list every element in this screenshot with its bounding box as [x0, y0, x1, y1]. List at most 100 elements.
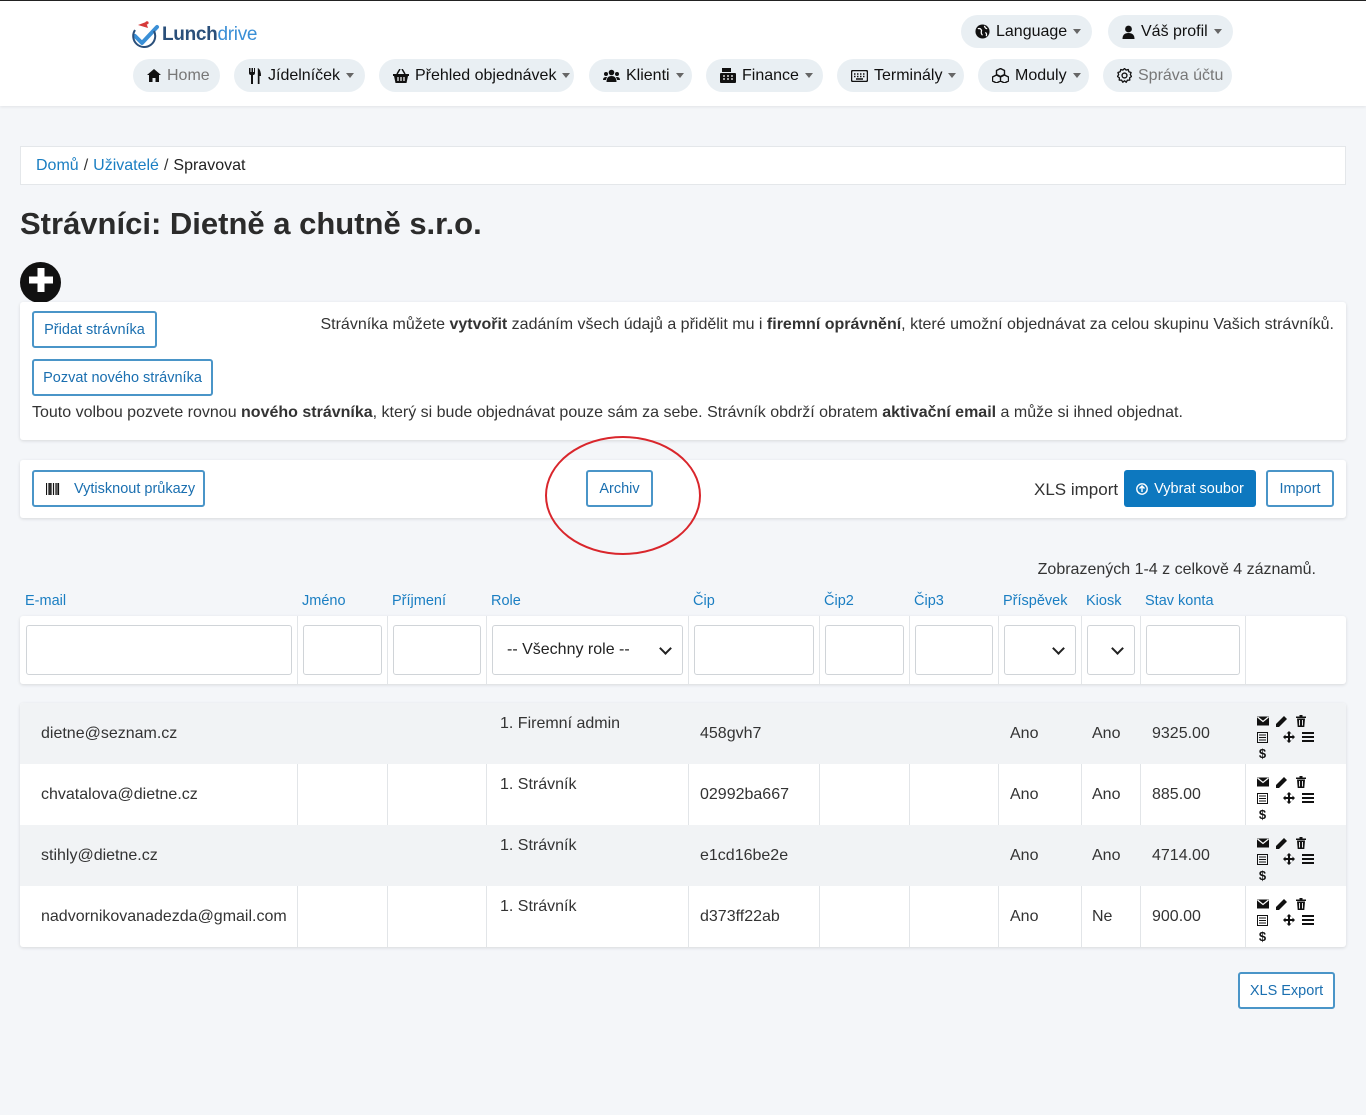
- breadcrumb-current: Spravovat: [173, 156, 246, 174]
- list-icon[interactable]: [1256, 730, 1269, 744]
- menu-icon[interactable]: [1301, 730, 1314, 744]
- nav-clients-label: Klienti: [626, 66, 670, 84]
- envelope-icon[interactable]: [1256, 775, 1269, 789]
- row-actions: $: [1256, 714, 1316, 761]
- move-icon[interactable]: [1282, 730, 1295, 744]
- menu-icon[interactable]: [1301, 852, 1314, 866]
- envelope-icon[interactable]: [1256, 714, 1269, 728]
- pencil-icon[interactable]: [1275, 897, 1288, 911]
- pencil-icon[interactable]: [1275, 836, 1288, 850]
- list-icon[interactable]: [1256, 791, 1269, 805]
- choose-file-label: Vybrat soubor: [1154, 480, 1244, 497]
- nav-terminals[interactable]: Terminály: [837, 59, 964, 92]
- page-title: Strávníci: Dietně a chutně s.r.o.: [20, 206, 482, 241]
- import-button[interactable]: Import: [1266, 470, 1334, 507]
- trash-icon[interactable]: [1294, 775, 1307, 789]
- xls-export-button[interactable]: XLS Export: [1238, 972, 1335, 1009]
- breadcrumb-separator: /: [83, 156, 89, 174]
- column-header-kiosk[interactable]: Kiosk: [1086, 593, 1121, 609]
- list-icon[interactable]: [1256, 913, 1269, 927]
- nav-finance[interactable]: Finance: [706, 59, 823, 92]
- move-icon[interactable]: [1282, 852, 1295, 866]
- print-cards-button[interactable]: Vytisknout průkazy: [32, 470, 205, 507]
- cell-email: nadvornikovanadezda@gmail.com: [41, 908, 287, 925]
- dollar-icon[interactable]: $: [1256, 807, 1269, 822]
- move-icon[interactable]: [1282, 913, 1295, 927]
- table-row: dietne@seznam.cz 1. Firemní admin 458gvh7 A…: [20, 703, 1346, 764]
- chip-filter-input[interactable]: [694, 625, 814, 675]
- xls-import-label: XLS import: [1034, 480, 1119, 499]
- row-actions: $: [1256, 897, 1316, 944]
- cell-contribution: Ano: [1010, 847, 1039, 864]
- cell-email: dietne@seznam.cz: [41, 725, 178, 742]
- pencil-icon[interactable]: [1275, 775, 1288, 789]
- home-icon: [147, 69, 161, 82]
- profile-label: Váš profil: [1141, 22, 1208, 40]
- language-menu[interactable]: Language: [961, 15, 1092, 48]
- contribution-filter-select[interactable]: [1004, 625, 1076, 675]
- nav-menu[interactable]: Jídelníček: [234, 59, 365, 92]
- balance-filter-input[interactable]: [1146, 625, 1240, 675]
- nav-terminals-label: Terminály: [874, 66, 943, 84]
- trash-icon[interactable]: [1294, 836, 1307, 850]
- column-header-chip[interactable]: Čip: [693, 593, 715, 609]
- column-header-chip2[interactable]: Čip2: [824, 593, 854, 609]
- cell-kiosk: Ne: [1092, 908, 1113, 925]
- breadcrumb-home[interactable]: Domů: [36, 157, 79, 175]
- nav-home[interactable]: Home: [133, 59, 220, 92]
- dollar-icon[interactable]: $: [1256, 746, 1269, 761]
- menu-icon[interactable]: [1301, 913, 1314, 927]
- email-filter-input[interactable]: [26, 625, 292, 675]
- envelope-icon[interactable]: [1256, 836, 1269, 850]
- logo-text-a: Lunch: [162, 24, 218, 45]
- records-summary: Zobrazených 1-4 z celkově 4 záznamů.: [1037, 561, 1316, 578]
- cell-balance: 900.00: [1152, 908, 1201, 925]
- menu-icon[interactable]: [1301, 791, 1314, 805]
- role-filter-select[interactable]: -- Všechny role --: [492, 625, 683, 675]
- dollar-icon[interactable]: $: [1256, 868, 1269, 883]
- trash-icon[interactable]: [1294, 897, 1307, 911]
- cubes-icon: [992, 68, 1009, 83]
- chip3-filter-input[interactable]: [915, 625, 993, 675]
- profile-menu[interactable]: Váš profil: [1108, 15, 1233, 48]
- choose-file-button[interactable]: Vybrat soubor: [1124, 470, 1256, 507]
- chevron-down-icon: [1111, 641, 1124, 655]
- add-toggle-button[interactable]: [20, 262, 61, 303]
- first-name-filter-input[interactable]: [303, 625, 382, 675]
- nav-clients[interactable]: Klienti: [589, 59, 692, 92]
- dollar-icon[interactable]: $: [1256, 929, 1269, 944]
- fork-knife-icon: [248, 67, 262, 84]
- list-icon[interactable]: [1256, 852, 1269, 866]
- row-actions: $: [1256, 775, 1316, 822]
- kiosk-filter-select[interactable]: [1087, 625, 1135, 675]
- column-header-role[interactable]: Role: [491, 593, 521, 609]
- logo[interactable]: Lunchdrive: [132, 17, 257, 53]
- user-icon: [1122, 25, 1135, 39]
- trash-icon[interactable]: [1294, 714, 1307, 728]
- envelope-icon[interactable]: [1256, 897, 1269, 911]
- add-diner-button[interactable]: Přidat strávníka: [32, 311, 157, 348]
- breadcrumb: Domů / Uživatelé / Spravovat: [20, 146, 1346, 185]
- nav-account[interactable]: Správa účtu: [1103, 59, 1232, 92]
- nav-modules[interactable]: Moduly: [978, 59, 1089, 92]
- column-header-last-name[interactable]: Příjmení: [392, 593, 446, 609]
- column-header-contribution[interactable]: Příspěvek: [1003, 593, 1067, 609]
- move-icon[interactable]: [1282, 791, 1295, 805]
- logo-mark-icon: [132, 21, 160, 49]
- pencil-icon[interactable]: [1275, 714, 1288, 728]
- invite-diner-button[interactable]: Pozvat nového strávníka: [32, 359, 213, 396]
- top-header: Lunchdrive Language Váš profil Home Jíde…: [0, 0, 1366, 106]
- nav-orders[interactable]: Přehled objednávek: [379, 59, 574, 92]
- chevron-down-icon: [1072, 73, 1081, 78]
- cell-contribution: Ano: [1010, 725, 1039, 742]
- column-header-balance[interactable]: Stav konta: [1145, 593, 1214, 609]
- column-header-chip3[interactable]: Čip3: [914, 593, 944, 609]
- column-header-first-name[interactable]: Jméno: [302, 593, 346, 609]
- column-header-email[interactable]: E-mail: [25, 593, 66, 609]
- chip2-filter-input[interactable]: [825, 625, 904, 675]
- last-name-filter-input[interactable]: [393, 625, 481, 675]
- invite-diner-info: Touto volbou pozvete rovnou nového stráv…: [32, 404, 1183, 421]
- breadcrumb-users[interactable]: Uživatelé: [93, 157, 159, 175]
- nav-orders-label: Přehled objednávek: [415, 66, 557, 84]
- cell-email: chvatalova@dietne.cz: [41, 786, 198, 803]
